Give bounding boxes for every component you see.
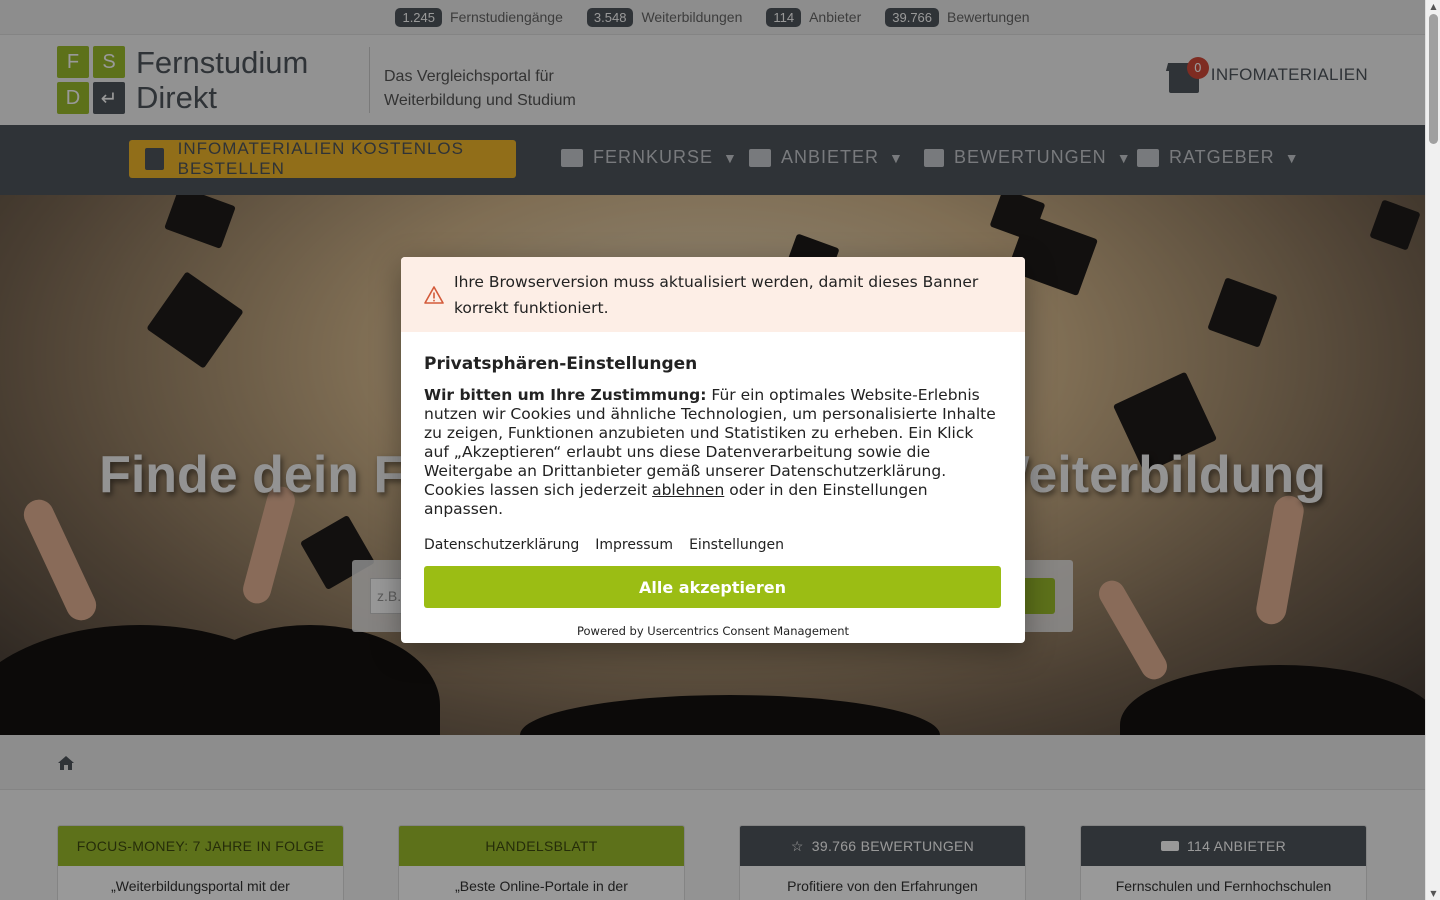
accept-all-button[interactable]: Alle akzeptieren <box>424 566 1001 608</box>
imprint-link[interactable]: Impressum <box>595 537 673 553</box>
consent-body: Privatsphären-Einstellungen Wir bitten u… <box>401 332 1025 638</box>
consent-links: Datenschutzerklärung Impressum Einstellu… <box>424 537 1002 553</box>
consent-title: Privatsphären-Einstellungen <box>424 354 698 374</box>
scroll-down-icon[interactable]: ▼ <box>1429 889 1438 898</box>
warning-icon <box>424 285 444 305</box>
warning-text: Ihre Browserversion muss aktualisiert we… <box>454 272 979 317</box>
settings-link[interactable]: Einstellungen <box>689 537 784 553</box>
reject-link[interactable]: ablehnen <box>652 481 724 499</box>
browser-warning: Ihre Browserversion muss aktualisiert we… <box>401 257 1025 332</box>
privacy-policy-link[interactable]: Datenschutzerklärung <box>424 537 579 553</box>
consent-dialog: Ihre Browserversion muss aktualisiert we… <box>401 257 1025 643</box>
scroll-up-icon[interactable]: ▲ <box>1429 2 1438 11</box>
scroll-thumb[interactable] <box>1429 14 1438 144</box>
consent-lead: Wir bitten um Ihre Zustimmung: <box>424 386 707 404</box>
powered-by-text: Powered by Usercentrics Consent Manageme… <box>577 624 849 638</box>
page-scrollbar[interactable]: ▲ ▼ <box>1425 0 1440 900</box>
consent-text: Wir bitten um Ihre Zustimmung: Für ein o… <box>424 386 1002 519</box>
